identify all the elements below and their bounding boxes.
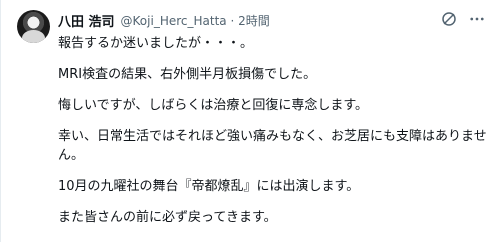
- avatar[interactable]: [17, 10, 50, 43]
- meta-separator: ·: [230, 13, 235, 28]
- tweet-line-7: また皆さんの前に必ず戻ってきます。: [58, 210, 277, 225]
- tweet-spacer-4: [58, 165, 488, 177]
- author-display-name[interactable]: 八田 浩司: [58, 11, 115, 30]
- tweet-line-3: 悔しいですが、しばらくは治療と回復に専念します。: [58, 98, 369, 113]
- tweet-line-2: MRI検査の結果、右外側半月板損傷でした。: [58, 67, 317, 82]
- author-meta: @Koji_Herc_Hatta · 2時間: [121, 12, 270, 29]
- tweet-line-6: 10月の九曜社の舞台『帝都燎乱』には出演します。: [58, 179, 360, 194]
- tweet-actions: [440, 10, 486, 28]
- tweet-line-5: ん。: [58, 148, 85, 163]
- tweet-line-1: 報告するか迷いましたが・・・。: [58, 36, 254, 51]
- tweet-spacer-2: [58, 84, 488, 96]
- tweet-card: 八田 浩司 @Koji_Herc_Hatta · 2時間 報告するか迷いましたが…: [0, 0, 500, 242]
- tweet-header: 八田 浩司 @Koji_Herc_Hatta · 2時間: [58, 10, 270, 30]
- slash-circle-icon[interactable]: [440, 10, 458, 28]
- tweet-spacer-3: [58, 115, 488, 127]
- tweet-spacer-5: [58, 196, 488, 208]
- tweet-line-4: 幸い、日常生活ではそれほど強い痛みもなく、お芝居にも支障はありませ: [58, 129, 487, 144]
- author-handle[interactable]: @Koji_Herc_Hatta: [121, 14, 227, 28]
- tweet-text: 報告するか迷いましたが・・・。 MRI検査の結果、右外側半月板損傷でした。 悔し…: [58, 34, 488, 227]
- more-icon[interactable]: [468, 10, 486, 28]
- tweet-time[interactable]: 2時間: [238, 14, 270, 28]
- tweet-spacer-1: [58, 53, 488, 65]
